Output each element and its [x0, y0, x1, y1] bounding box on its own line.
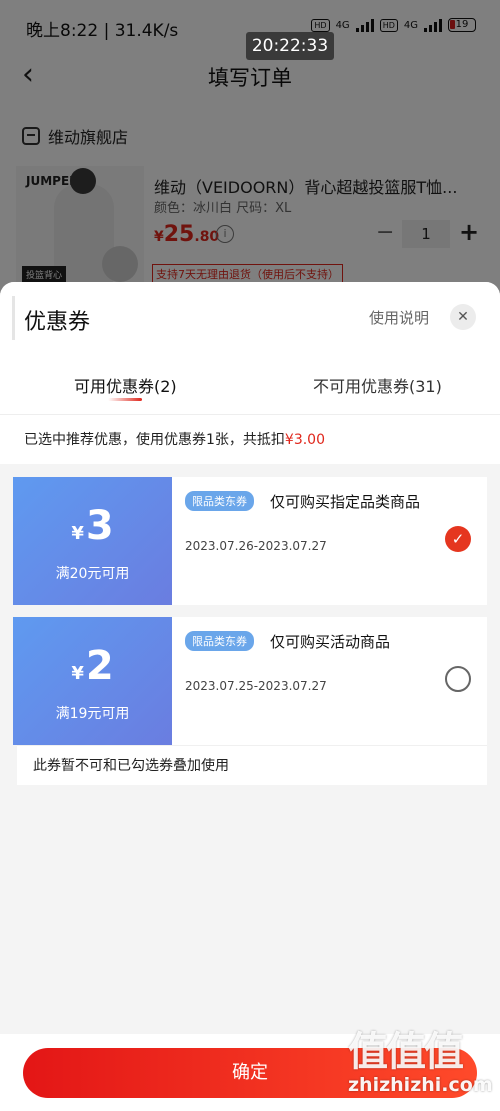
coupon-card[interactable]: ¥2 满19元可用 限品类东券 仅可购买活动商品 2023.07.25-2023…: [9, 617, 487, 745]
usage-instructions-link[interactable]: 使用说明: [369, 307, 429, 328]
close-icon[interactable]: ✕: [450, 304, 476, 330]
watermark-logo: 值值值 zhizhizhi.com: [348, 1030, 494, 1108]
time-overlay: 20:22:33: [246, 32, 334, 60]
coupon-sheet: 优惠券 使用说明 ✕ 可用优惠券(2) 不可用优惠券(31) 已选中推荐优惠，使…: [0, 282, 500, 1111]
sheet-header: 优惠券 使用说明 ✕ 可用优惠券(2) 不可用优惠券(31): [0, 282, 500, 414]
coupon-amount: ¥3: [13, 503, 172, 549]
sheet-title: 优惠券: [24, 310, 91, 335]
checkmark-icon[interactable]: ✓: [445, 526, 471, 552]
coupon-summary: 已选中推荐优惠，使用优惠券1张，共抵扣¥3.00: [0, 414, 500, 464]
radio-unchecked-icon[interactable]: [445, 666, 471, 692]
coupon-card[interactable]: ¥3 满20元可用 限品类东券 仅可购买指定品类商品 2023.07.26-20…: [9, 477, 487, 605]
coupon-amount-value: 2: [85, 643, 114, 689]
watermark-glyphs: 值值值: [348, 1029, 464, 1075]
coupon-stacking-note: 此券暂不可和已勾选券叠加使用: [17, 745, 487, 785]
coupon-amount: ¥2: [13, 643, 172, 689]
coupon-badge: 限品类东券: [185, 631, 254, 651]
coupon-badge: 限品类东券: [185, 491, 254, 511]
header-divider: [12, 296, 15, 340]
coupon-date-range: 2023.07.26-2023.07.27: [185, 539, 327, 553]
summary-text: 已选中推荐优惠，使用优惠券1张，共抵扣: [24, 432, 285, 448]
coupon-value-panel: ¥3 满20元可用: [9, 477, 172, 605]
active-tab-indicator: [108, 398, 142, 401]
coupon-description: 仅可购买指定品类商品: [270, 493, 421, 511]
coupon-date-range: 2023.07.25-2023.07.27: [185, 679, 327, 693]
coupon-condition: 满20元可用: [55, 566, 130, 582]
coupon-value-panel: ¥2 满19元可用: [9, 617, 172, 745]
coupon-description: 仅可购买活动商品: [270, 633, 391, 651]
coupon-currency: ¥: [71, 523, 84, 544]
summary-amount: ¥3.00: [284, 432, 325, 448]
coupon-condition: 满19元可用: [55, 706, 130, 722]
tab-unavailable-coupons[interactable]: 不可用优惠券(31): [313, 373, 442, 397]
watermark-url: zhizhizhi.com: [348, 1074, 493, 1096]
tab-available-coupons[interactable]: 可用优惠券(2): [74, 373, 177, 397]
coupon-amount-value: 3: [85, 503, 114, 549]
coupon-currency: ¥: [71, 663, 84, 684]
